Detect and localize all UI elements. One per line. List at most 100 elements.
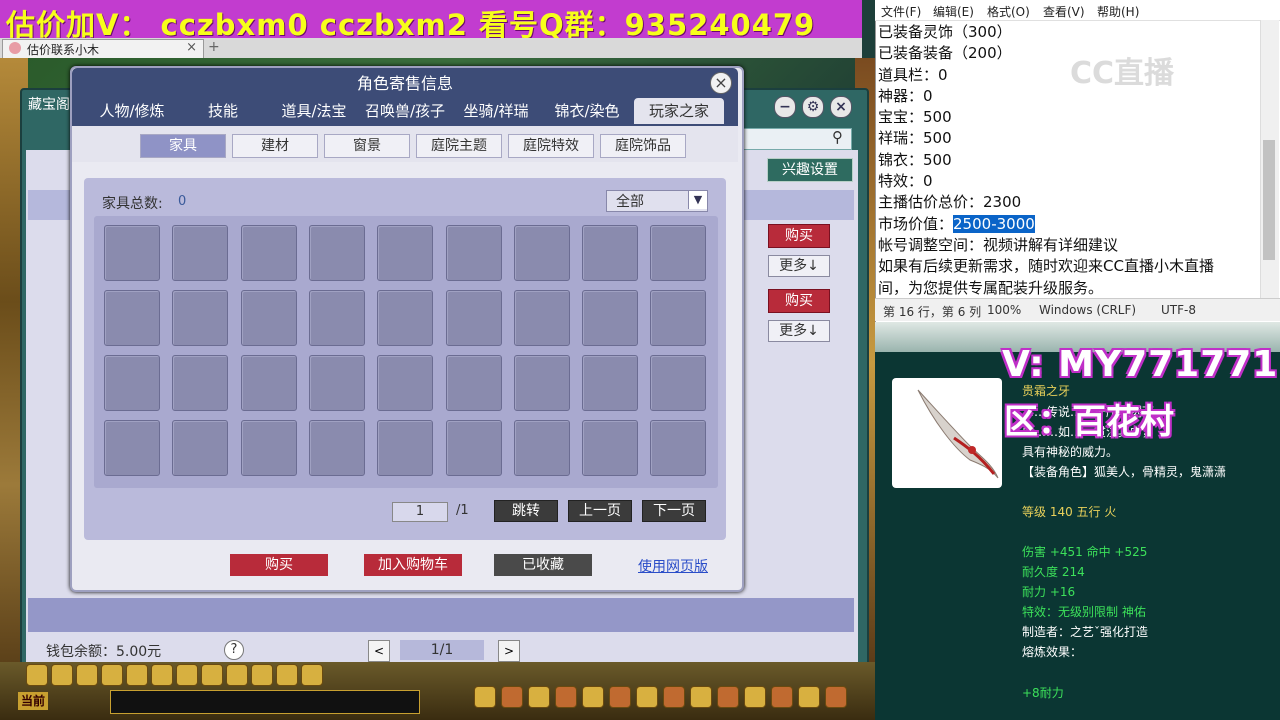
furniture-slot[interactable] (377, 290, 434, 346)
next-page-button[interactable]: 下一页 (642, 500, 706, 522)
browser-tab[interactable]: 估价联系小木 × (2, 39, 204, 58)
hud-skill-icon[interactable] (771, 686, 793, 708)
tab-player-home[interactable]: 玩家之家 (634, 98, 724, 124)
notepad-text[interactable]: 已装备灵饰（300） 已装备装备（200） 道具栏：0 神器：0 宝宝：500 … (878, 22, 1258, 299)
hud-icon[interactable] (176, 664, 198, 686)
hud-skill-icon[interactable] (609, 686, 631, 708)
interest-settings-button[interactable]: 兴趣设置 (767, 158, 853, 182)
jump-button[interactable]: 跳转 (494, 500, 558, 522)
hud-icon[interactable] (301, 664, 323, 686)
furniture-slot[interactable] (308, 290, 365, 346)
furniture-slot[interactable] (308, 355, 365, 411)
hud-icon[interactable] (126, 664, 148, 686)
hud-icon[interactable] (276, 664, 298, 686)
prev-page-button[interactable]: < (368, 640, 390, 662)
furniture-slot[interactable] (445, 355, 502, 411)
tab-character[interactable]: 人物/修炼 (86, 98, 178, 124)
hud-skill-icon[interactable] (825, 686, 847, 708)
furniture-slot[interactable] (650, 355, 707, 411)
subtab-yard-decor[interactable]: 庭院饰品 (600, 134, 686, 158)
furniture-slot[interactable] (650, 225, 707, 281)
hud-icon[interactable] (51, 664, 73, 686)
subtab-window-view[interactable]: 窗景 (324, 134, 410, 158)
menu-view[interactable]: 查看(V) (1043, 3, 1085, 20)
hud-skill-icon[interactable] (501, 686, 523, 708)
hud-icon[interactable] (101, 664, 123, 686)
furniture-slot[interactable] (308, 225, 365, 281)
subtab-yard-theme[interactable]: 庭院主题 (416, 134, 502, 158)
tab-close-icon[interactable]: × (186, 40, 197, 55)
hud-skill-icon[interactable] (744, 686, 766, 708)
hud-icon[interactable] (226, 664, 248, 686)
next-page-button[interactable]: > (498, 640, 520, 662)
furniture-slot[interactable] (445, 290, 502, 346)
hud-skill-icon[interactable] (555, 686, 577, 708)
more-button[interactable]: 更多↓ (768, 255, 830, 277)
furniture-slot[interactable] (104, 290, 160, 346)
furniture-slot[interactable] (513, 225, 570, 281)
favorited-button[interactable]: 已收藏 (494, 554, 592, 576)
furniture-slot[interactable] (513, 290, 570, 346)
furniture-slot[interactable] (377, 420, 434, 476)
furniture-slot[interactable] (582, 420, 639, 476)
furniture-slot[interactable] (582, 225, 639, 281)
gear-icon[interactable]: ⚙ (802, 96, 824, 118)
menu-file[interactable]: 文件(F) (881, 3, 921, 20)
hud-skill-icon[interactable] (636, 686, 658, 708)
subtab-furniture[interactable]: 家具 (140, 134, 226, 158)
tab-outfits[interactable]: 锦衣/染色 (544, 98, 630, 124)
menu-format[interactable]: 格式(O) (987, 3, 1030, 20)
furniture-slot[interactable] (240, 290, 297, 346)
hud-skill-icon[interactable] (663, 686, 685, 708)
furniture-slot[interactable] (650, 290, 707, 346)
furniture-slot[interactable] (240, 420, 297, 476)
furniture-slot[interactable] (308, 420, 365, 476)
furniture-slot[interactable] (377, 355, 434, 411)
tab-pets[interactable]: 召唤兽/孩子 (360, 98, 450, 124)
furniture-slot[interactable] (240, 355, 297, 411)
hud-icon[interactable] (151, 664, 173, 686)
tab-items[interactable]: 道具/法宝 (270, 98, 358, 124)
hud-icon[interactable] (251, 664, 273, 686)
furniture-slot[interactable] (377, 225, 434, 281)
hud-icon[interactable] (201, 664, 223, 686)
hud-skill-icon[interactable] (528, 686, 550, 708)
tab-mounts[interactable]: 坐骑/祥瑞 (454, 98, 538, 124)
buy-button[interactable]: 购买 (230, 554, 328, 576)
scrollbar-thumb[interactable] (1263, 140, 1275, 260)
buy-button[interactable]: 购买 (768, 289, 830, 313)
hud-icon[interactable] (26, 664, 48, 686)
chat-channel-button[interactable]: 当前 (18, 692, 48, 710)
page-input[interactable]: 1 (392, 502, 448, 522)
hud-skill-icon[interactable] (717, 686, 739, 708)
chat-input[interactable] (110, 690, 420, 714)
furniture-slot[interactable] (513, 355, 570, 411)
tab-skills[interactable]: 技能 (182, 98, 264, 124)
minimize-icon[interactable]: − (774, 96, 796, 118)
hud-icon[interactable] (76, 664, 98, 686)
prev-page-button[interactable]: 上一页 (568, 500, 632, 522)
furniture-slot[interactable] (650, 420, 707, 476)
close-icon[interactable]: × (830, 96, 852, 118)
new-tab-icon[interactable]: + (208, 39, 220, 55)
chevron-down-icon[interactable]: ▼ (688, 191, 707, 209)
furniture-slot[interactable] (104, 225, 160, 281)
furniture-slot[interactable] (172, 355, 229, 411)
add-to-cart-button[interactable]: 加入购物车 (364, 554, 462, 576)
furniture-slot[interactable] (172, 290, 229, 346)
furniture-slot[interactable] (513, 420, 570, 476)
hud-skill-icon[interactable] (582, 686, 604, 708)
furniture-slot[interactable] (240, 225, 297, 281)
help-icon[interactable]: ? (224, 640, 244, 660)
buy-button[interactable]: 购买 (768, 224, 830, 248)
furniture-slot[interactable] (582, 290, 639, 346)
hud-skill-icon[interactable] (474, 686, 496, 708)
hud-skill-icon[interactable] (690, 686, 712, 708)
dialog-close-icon[interactable]: × (710, 72, 732, 94)
menu-help[interactable]: 帮助(H) (1097, 3, 1139, 20)
more-button[interactable]: 更多↓ (768, 320, 830, 342)
furniture-slot[interactable] (172, 420, 229, 476)
menu-edit[interactable]: 编辑(E) (933, 3, 974, 20)
furniture-slot[interactable] (445, 420, 502, 476)
web-version-link[interactable]: 使用网页版 (638, 556, 708, 576)
